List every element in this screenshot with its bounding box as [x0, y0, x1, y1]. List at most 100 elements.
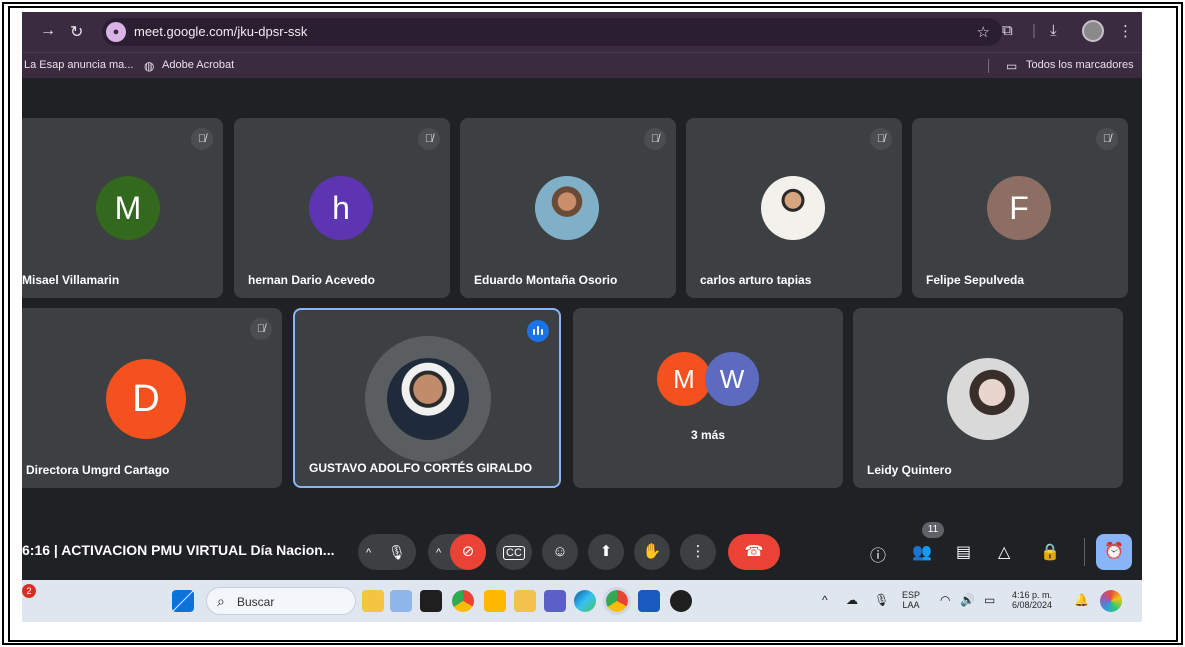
- participant-tile[interactable]: 🎙̸ Eduardo Montaña Osorio: [460, 118, 676, 298]
- present-screen-icon: ⬆: [599, 543, 613, 560]
- battery-icon[interactable]: ▭: [984, 593, 995, 607]
- browser-toolbar: → ↻ ● meet.google.com/jku-dpsr-ssk ☆ ⧉ |…: [22, 12, 1142, 52]
- raise-hand-button[interactable]: ✋: [634, 534, 670, 570]
- reactions-button[interactable]: ☺: [542, 534, 578, 570]
- windows-taskbar: 2 ⌕ Buscar ^ ☁ 🎙 ESP LAA ◠ 🔊 ▭ 4:16 p. m…: [22, 580, 1142, 622]
- participant-name: Leidy Quintero: [867, 463, 952, 477]
- participant-name: Misael Villamarin: [22, 273, 120, 287]
- controls-separator: [1084, 538, 1085, 566]
- profile-avatar[interactable]: [1082, 20, 1104, 42]
- participant-tile[interactable]: 🎙̸ carlos arturo tapias: [686, 118, 902, 298]
- screen: → ↻ ● meet.google.com/jku-dpsr-ssk ☆ ⧉ |…: [22, 12, 1142, 622]
- menu-icon[interactable]: ⋮: [1118, 22, 1133, 40]
- clock[interactable]: 4:16 p. m. 6/08/2024: [1012, 590, 1052, 610]
- bookmark-esap[interactable]: La Esap anuncia ma...: [24, 59, 133, 71]
- language-layout: LAA: [902, 600, 920, 610]
- mic-off-icon: 🎙̸: [250, 318, 272, 340]
- chevron-up-icon: ^: [436, 547, 442, 559]
- forward-icon[interactable]: →: [40, 22, 56, 40]
- mic-off-icon: 🎙̸: [870, 128, 892, 150]
- info-icon[interactable]: ⓘ: [870, 542, 886, 566]
- leave-call-button[interactable]: ☎: [728, 534, 780, 570]
- clock-time: 4:16 p. m.: [1012, 590, 1053, 600]
- chrome-active-icon[interactable]: [603, 587, 631, 615]
- star-icon[interactable]: ☆: [977, 23, 990, 41]
- bookmark-adobe[interactable]: Adobe Acrobat: [162, 59, 234, 71]
- windows-start-icon[interactable]: [172, 590, 194, 612]
- chat-icon[interactable]: ▤: [956, 542, 971, 562]
- mic-off-icon: 🎙̸: [191, 128, 213, 150]
- file-explorer-icon[interactable]: [514, 590, 536, 612]
- activities-icon[interactable]: △: [998, 542, 1010, 562]
- clock-date: 6/08/2024: [1012, 600, 1053, 610]
- profile-photo: [947, 358, 1029, 440]
- present-button[interactable]: ⬆: [588, 534, 624, 570]
- participants-count-badge: 11: [922, 522, 944, 538]
- profile-photo: [761, 176, 825, 240]
- people-icon[interactable]: 👥: [912, 542, 932, 562]
- folder-icon: ▭: [1006, 59, 1018, 73]
- participant-name: hernan Dario Acevedo: [248, 273, 375, 287]
- avatar: M: [96, 176, 160, 240]
- volume-icon[interactable]: 🔊: [960, 593, 975, 607]
- participant-tile[interactable]: Leidy Quintero: [853, 308, 1123, 488]
- search-placeholder: Buscar: [237, 595, 275, 609]
- url-text: meet.google.com/jku-dpsr-ssk: [134, 24, 308, 39]
- others-tile[interactable]: M W 3 más: [573, 308, 843, 488]
- audio-options-button[interactable]: ^ 🎙: [358, 534, 416, 570]
- media-player-icon[interactable]: [670, 590, 692, 612]
- taskbar-search[interactable]: ⌕ Buscar: [206, 587, 356, 615]
- all-bookmarks[interactable]: Todos los marcadores: [1026, 59, 1134, 71]
- teams-icon[interactable]: [544, 590, 566, 612]
- bell-icon[interactable]: 🔔: [1074, 593, 1089, 607]
- camera-off-icon[interactable]: ⊘: [450, 534, 486, 570]
- cloud-icon[interactable]: ☁: [846, 593, 858, 607]
- chevron-up-icon: ^: [366, 547, 372, 559]
- profile-photo: [535, 176, 599, 240]
- captions-button[interactable]: CC: [496, 534, 532, 570]
- more-options-button[interactable]: ⋮: [680, 534, 716, 570]
- host-controls-icon[interactable]: 🔒: [1040, 542, 1060, 562]
- download-icon[interactable]: ⤓: [1050, 22, 1057, 39]
- widgets-icon[interactable]: [362, 590, 384, 612]
- search-highlight-icon[interactable]: [390, 590, 412, 612]
- mic-indicator-icon[interactable]: ●: [106, 22, 126, 42]
- participant-tile-active-speaker[interactable]: GUSTAVO ADOLFO CORTÉS GIRALDO: [293, 308, 561, 488]
- address-bar[interactable]: ● meet.google.com/jku-dpsr-ssk ☆: [102, 18, 1002, 46]
- more-vert-icon: ⋮: [690, 543, 706, 560]
- wifi-icon[interactable]: ◠: [940, 593, 950, 607]
- participant-tile[interactable]: 🎙̸ M Misael Villamarin: [22, 118, 223, 298]
- task-view-icon[interactable]: [420, 590, 442, 612]
- more-participants-label: 3 más: [690, 428, 726, 442]
- video-options-button[interactable]: ^ ⊘: [428, 534, 486, 570]
- participant-tile[interactable]: 🎙̸ D Directora Umgrd Cartago: [22, 308, 282, 488]
- captions-icon: CC: [503, 546, 525, 560]
- participant-tile[interactable]: 🎙̸ h hernan Dario Acevedo: [234, 118, 450, 298]
- participant-name: GUSTAVO ADOLFO CORTÉS GIRALDO: [309, 461, 533, 475]
- toolbar-separator: |: [1032, 22, 1036, 39]
- edge-icon[interactable]: [574, 590, 596, 612]
- participant-name: Eduardo Montaña Osorio: [474, 273, 618, 287]
- word-icon[interactable]: [638, 590, 660, 612]
- copilot-icon[interactable]: [1100, 590, 1122, 612]
- search-icon: ⌕: [217, 593, 225, 609]
- bookmarks-bar: La Esap anuncia ma... ◍ Adobe Acrobat ▭ …: [22, 52, 1142, 78]
- chevron-up-icon[interactable]: ^: [822, 593, 828, 607]
- meeting-controls-bar: 6:16 | ACTIVACION PMU VIRTUAL Día Nacion…: [22, 520, 1142, 580]
- chrome-icon[interactable]: [452, 590, 474, 612]
- participant-name: Felipe Sepulveda: [926, 273, 1025, 287]
- bookmarks-separator: [988, 59, 989, 73]
- language-indicator[interactable]: ESP LAA: [902, 590, 920, 610]
- avatar: D: [106, 359, 186, 439]
- reload-icon[interactable]: ↻: [70, 22, 83, 42]
- mic-off-icon: 🎙̸: [1096, 128, 1118, 150]
- mic-icon[interactable]: 🎙: [874, 593, 889, 607]
- store-icon[interactable]: [484, 590, 506, 612]
- participant-tile[interactable]: 🎙̸ F Felipe Sepulveda: [912, 118, 1128, 298]
- extensions-icon[interactable]: ⧉: [1002, 22, 1013, 39]
- hang-up-icon: ☎: [744, 543, 764, 560]
- participant-name: Directora Umgrd Cartago: [26, 463, 170, 477]
- alarm-clock-icon: ⏰: [1104, 543, 1124, 560]
- avatar: M: [657, 352, 711, 406]
- alarm-clock-button[interactable]: ⏰: [1096, 534, 1132, 570]
